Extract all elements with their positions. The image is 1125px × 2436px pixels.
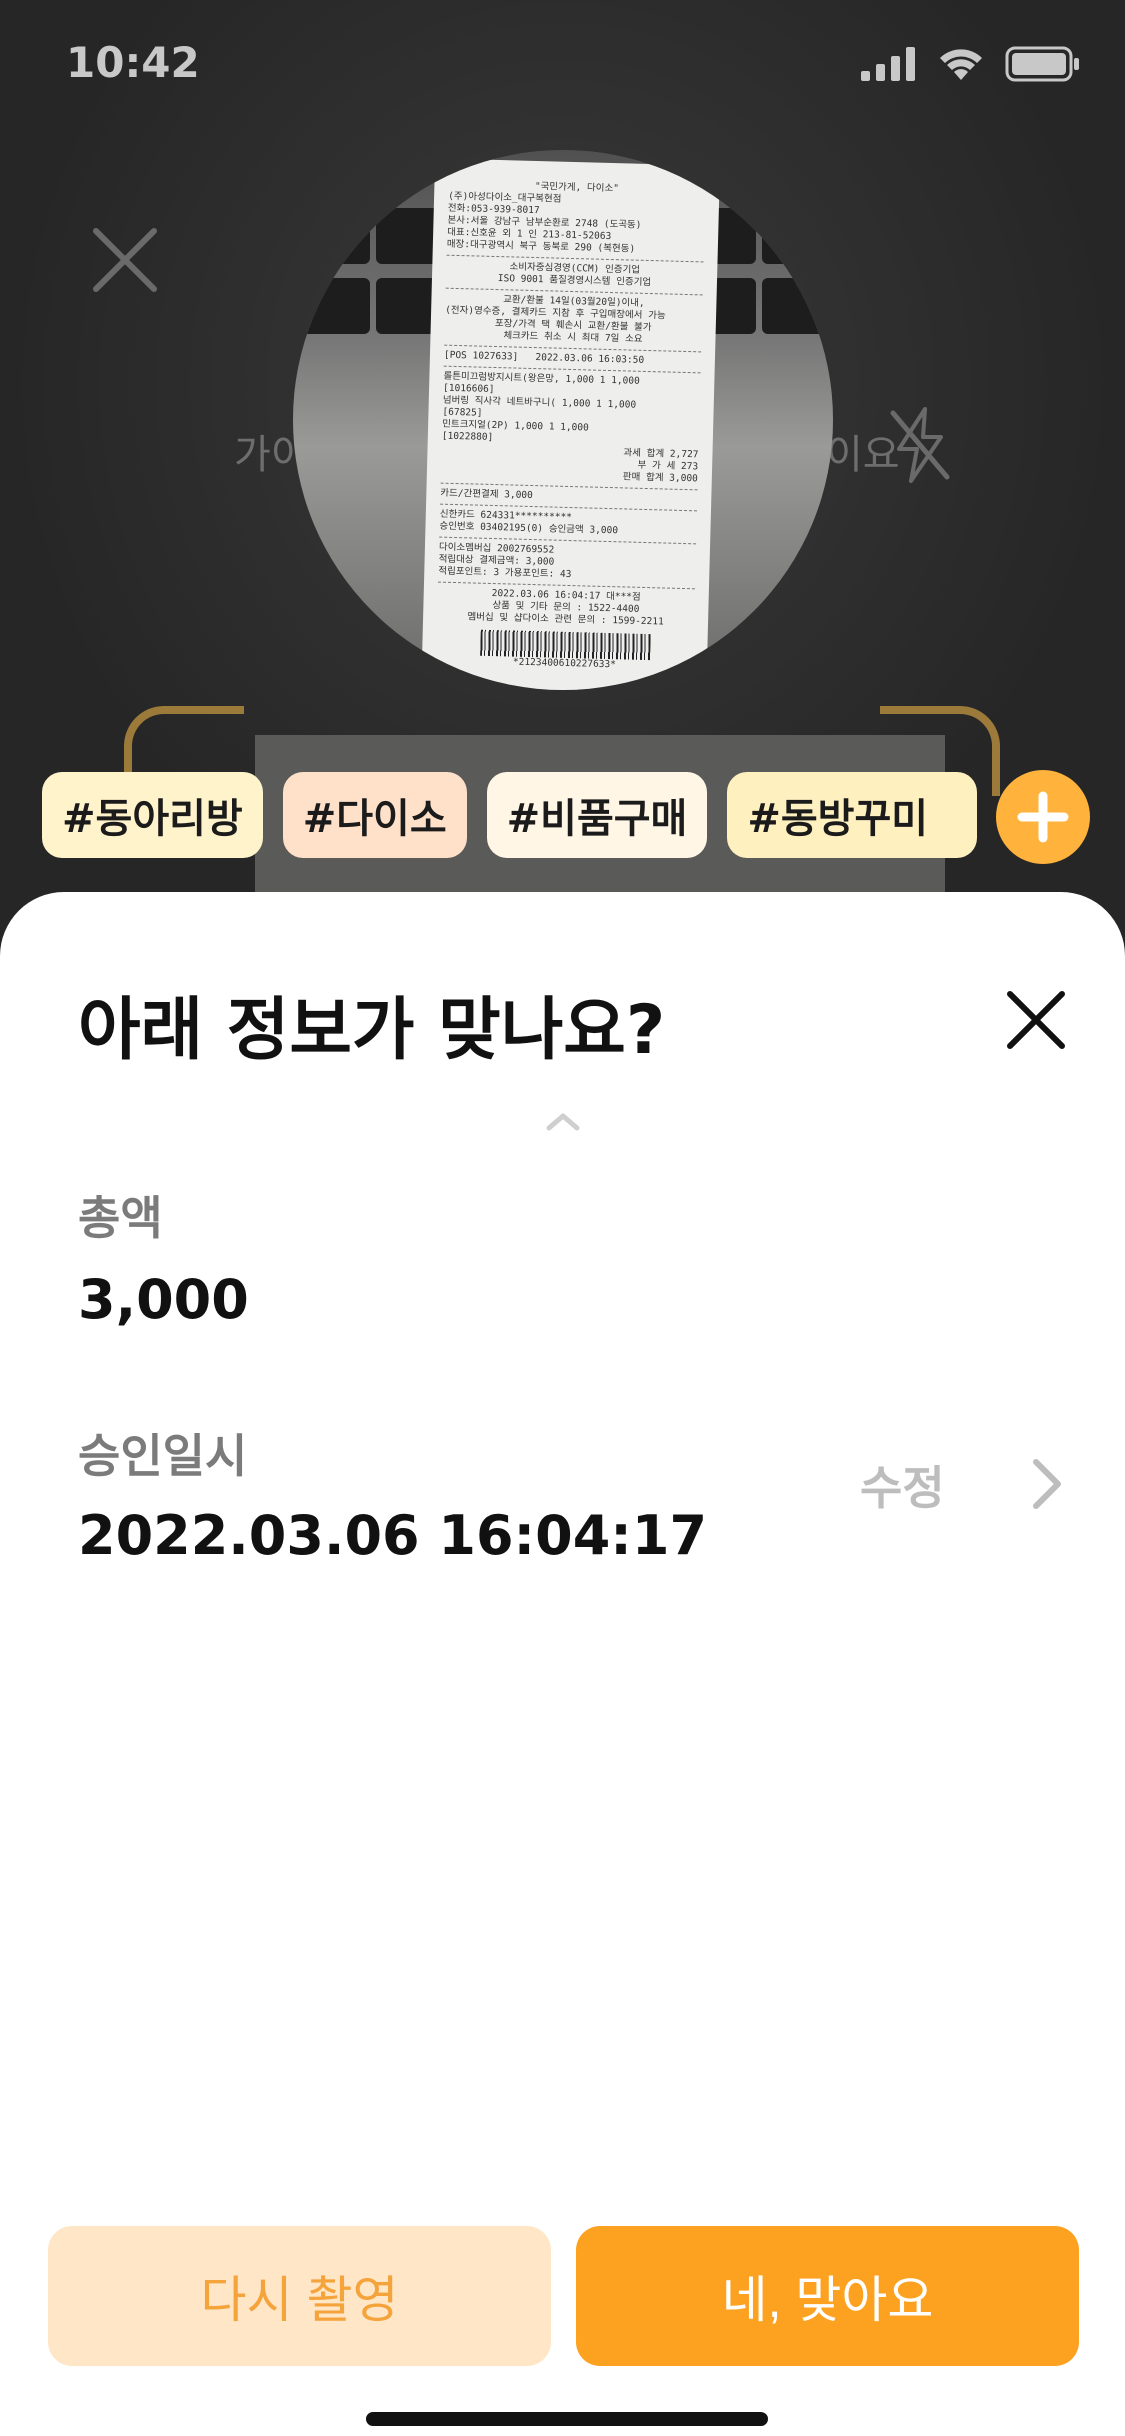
home-indicator: [366, 2412, 768, 2426]
datetime-label: 승인일시: [78, 1429, 248, 1483]
status-time: 10:42: [66, 38, 200, 87]
battery-icon: [1005, 46, 1079, 82]
datetime-value: 2022.03.06 16:04:17: [78, 1504, 708, 1567]
status-icons: [861, 46, 1081, 82]
total-value: 3,000: [78, 1268, 249, 1331]
edit-button[interactable]: 수정: [860, 1452, 945, 1518]
chevron-up-icon[interactable]: [543, 1110, 583, 1134]
tag-chip[interactable]: #동방꾸미: [727, 772, 978, 858]
close-icon[interactable]: [1004, 988, 1068, 1052]
wifi-icon: [940, 49, 982, 80]
close-camera-icon[interactable]: [90, 225, 160, 295]
chevron-right-icon[interactable]: [1030, 1456, 1064, 1512]
retake-button[interactable]: 다시 촬영: [48, 2226, 551, 2366]
confirm-button[interactable]: 네, 맞아요: [576, 2226, 1079, 2366]
plus-icon: [1017, 791, 1069, 843]
total-label: 총액: [78, 1191, 163, 1245]
sheet-title: 아래 정보가 맞나요?: [78, 991, 666, 1070]
receipt-preview: "국민가게, 다이소" (주)아성다이소_대구복현점 전화:053-939-80…: [293, 150, 833, 690]
tag-list: #동아리방 #다이소 #비품구매 #동방꾸미: [42, 772, 978, 860]
flash-off-icon[interactable]: [885, 405, 955, 485]
receipt-paper: "국민가게, 다이소" (주)아성다이소_대구복현점 전화:053-939-80…: [420, 158, 721, 690]
tag-chip[interactable]: #동아리방: [42, 772, 263, 858]
add-tag-button[interactable]: [996, 770, 1090, 864]
tag-chip[interactable]: #비품구매: [486, 772, 708, 858]
status-bar: 10:42: [0, 0, 1125, 130]
tag-chip[interactable]: #다이소: [282, 772, 467, 858]
signal-icon: [861, 47, 915, 81]
confirm-sheet: 아래 정보가 맞나요? 총액 3,000 승인일시 2022.03.06 16:…: [0, 892, 1125, 2436]
